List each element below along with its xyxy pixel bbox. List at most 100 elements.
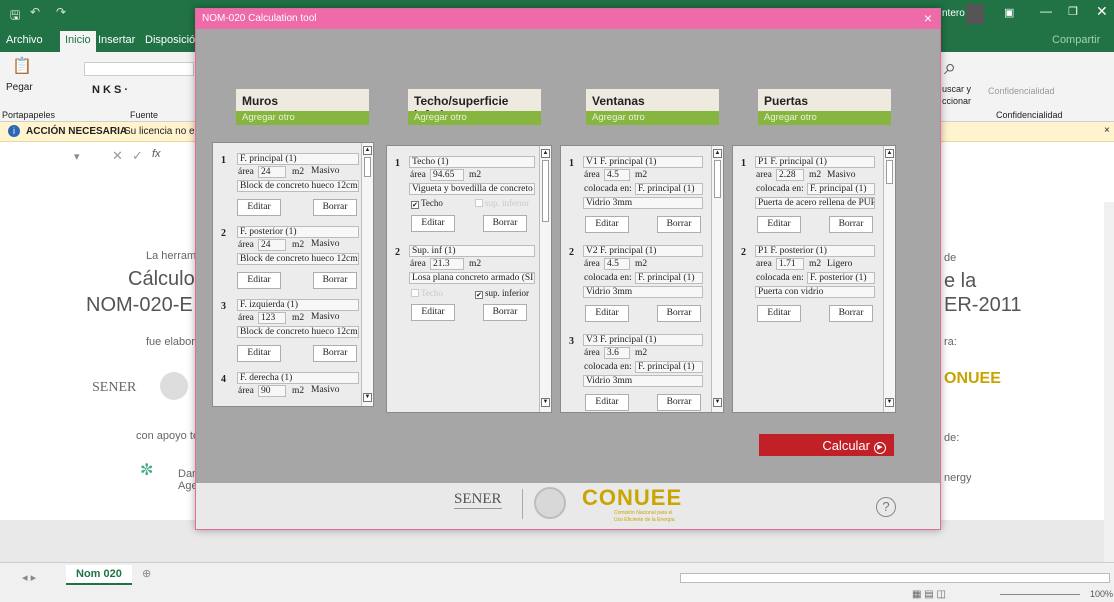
edit-button[interactable]: Editar [237, 272, 281, 289]
muro-name: F. izquierda (1) [237, 299, 359, 311]
enter-formula-icon[interactable]: ✓ [132, 148, 143, 164]
tab-archivo[interactable]: Archivo [6, 34, 43, 46]
puertas-add-button[interactable]: Agregar otro [758, 111, 891, 125]
view-icons[interactable]: ▦ ▤ ◫ [912, 589, 946, 600]
undo-icon[interactable]: ↶ [30, 5, 40, 19]
ventana-name: V2 F. principal (1) [583, 245, 703, 257]
unit-label: m2 [292, 167, 305, 177]
scroll-up-icon[interactable]: ▲ [885, 149, 894, 158]
minimize-icon[interactable]: — [1040, 4, 1052, 18]
cancel-formula-icon[interactable]: ✕ [112, 148, 123, 164]
redo-icon[interactable]: ↷ [56, 5, 66, 19]
delete-button[interactable]: Borrar [483, 215, 527, 232]
font-name-box[interactable] [84, 62, 194, 76]
delete-button[interactable]: Borrar [313, 345, 357, 362]
delete-button[interactable]: Borrar [483, 304, 527, 321]
delete-button[interactable]: Borrar [657, 394, 701, 411]
delete-button[interactable]: Borrar [313, 199, 357, 216]
techo-scrollbar[interactable]: ▲ ▼ [539, 146, 551, 412]
delete-button[interactable]: Borrar [313, 272, 357, 289]
unit-label: m2 [292, 240, 305, 250]
techo-checkbox[interactable]: Techo [411, 288, 443, 298]
delete-button[interactable]: Borrar [829, 305, 873, 322]
function-icon[interactable]: fx [152, 148, 161, 160]
scroll-thumb[interactable] [886, 160, 893, 184]
material-value: Block de concreto hueco 12cm [237, 326, 359, 338]
ventanas-scrollbar[interactable]: ▲ ▼ [711, 146, 723, 412]
unit-label: m2 [809, 170, 822, 180]
scroll-up-icon[interactable]: ▲ [713, 149, 722, 158]
puerta-name: P1 F. posterior (1) [755, 245, 875, 257]
scroll-up-icon[interactable]: ▲ [541, 149, 550, 158]
danish-logo-icon: ✼ [140, 462, 154, 479]
zoom-level[interactable]: 100% [1090, 589, 1113, 599]
vertical-scrollbar[interactable] [1104, 202, 1114, 562]
font-format-icons[interactable]: N K S · [92, 84, 128, 96]
conuee-logo: CONUEE [582, 485, 683, 510]
save-icon[interactable]: 🖫 [10, 6, 20, 27]
share-button[interactable]: Compartir [1052, 34, 1100, 46]
scroll-down-icon[interactable]: ▼ [713, 398, 722, 407]
sup-inferior-checkbox[interactable]: ✔ sup. inferior [475, 288, 529, 299]
edit-button[interactable]: Editar [757, 305, 801, 322]
edit-button[interactable]: Editar [237, 199, 281, 216]
sheet-seal-icon [160, 372, 188, 400]
paste-label[interactable]: Pegar [6, 82, 33, 93]
techo-add-button[interactable]: Agregar otro [408, 111, 541, 125]
ribbon-display-icon[interactable]: ▣ [1004, 6, 1014, 19]
sheet-nav-icon[interactable]: ◂ ▸ [22, 571, 36, 584]
area-label: area [756, 259, 772, 269]
search-icon[interactable]: ⌕ [944, 54, 956, 80]
delete-button[interactable]: Borrar [829, 216, 873, 233]
delete-button[interactable]: Borrar [657, 305, 701, 322]
area-label: área [238, 313, 254, 323]
material-value: Vigueta y bovedilla de concreto [409, 183, 535, 195]
muros-add-button[interactable]: Agregar otro [236, 111, 369, 125]
namebox-dropdown-icon[interactable]: ▾ [74, 150, 80, 163]
muros-scrollbar[interactable]: ▲ ▼ [361, 143, 373, 406]
scroll-down-icon[interactable]: ▼ [363, 393, 372, 402]
edit-button[interactable]: Editar [585, 216, 629, 233]
sheet-tab-nom020[interactable]: Nom 020 [66, 565, 132, 585]
techo-checkbox[interactable]: ✔ Techo [411, 198, 443, 209]
calcular-button[interactable]: Calcular ▶ [759, 434, 894, 456]
sup-inferior-checkbox[interactable]: sup. inferior [475, 198, 529, 208]
dialog-close-button[interactable]: × [924, 10, 932, 26]
area-value: 3.6 [604, 347, 630, 359]
scroll-thumb[interactable] [714, 160, 721, 198]
confidencialidad-button[interactable]: Confidencialidad [988, 86, 1055, 96]
scroll-down-icon[interactable]: ▼ [541, 398, 550, 407]
find-label[interactable]: uscar y [942, 84, 971, 94]
scroll-down-icon[interactable]: ▼ [885, 398, 894, 407]
edit-button[interactable]: Editar [411, 304, 455, 321]
close-icon[interactable]: ✕ [1096, 3, 1108, 20]
scroll-thumb[interactable] [542, 160, 549, 222]
tab-inicio[interactable]: Inicio [60, 31, 96, 52]
material-value: Puerta con vidrio [755, 286, 875, 298]
scroll-up-icon[interactable]: ▲ [363, 146, 372, 155]
delete-button[interactable]: Borrar [657, 216, 701, 233]
tab-insertar[interactable]: Insertar [98, 34, 135, 46]
add-sheet-icon[interactable]: ⊕ [142, 567, 151, 580]
edit-button[interactable]: Editar [237, 345, 281, 362]
puerta-name: P1 F. principal (1) [755, 156, 875, 168]
muros-header: Muros [236, 89, 369, 111]
puertas-scrollbar[interactable]: ▲ ▼ [883, 146, 895, 412]
sheet-text-r5: de: [944, 432, 960, 444]
select-label[interactable]: ccionar [942, 96, 971, 106]
area-label: área [410, 170, 426, 180]
help-icon[interactable]: ? [876, 497, 896, 517]
edit-button[interactable]: Editar [757, 216, 801, 233]
paste-icon[interactable]: 📋 [12, 56, 32, 76]
ventanas-add-button[interactable]: Agregar otro [586, 111, 719, 125]
restore-icon[interactable]: ❐ [1068, 5, 1078, 18]
edit-button[interactable]: Editar [585, 394, 629, 411]
edit-button[interactable]: Editar [585, 305, 629, 322]
sheet-text-r3: ER-2011 [944, 294, 1022, 316]
scroll-thumb[interactable] [364, 157, 371, 177]
avatar[interactable] [966, 4, 984, 24]
edit-button[interactable]: Editar [411, 215, 455, 232]
horizontal-scrollbar[interactable] [680, 573, 1110, 583]
warning-close-icon[interactable]: × [1104, 125, 1110, 136]
zoom-slider[interactable] [1000, 594, 1080, 595]
